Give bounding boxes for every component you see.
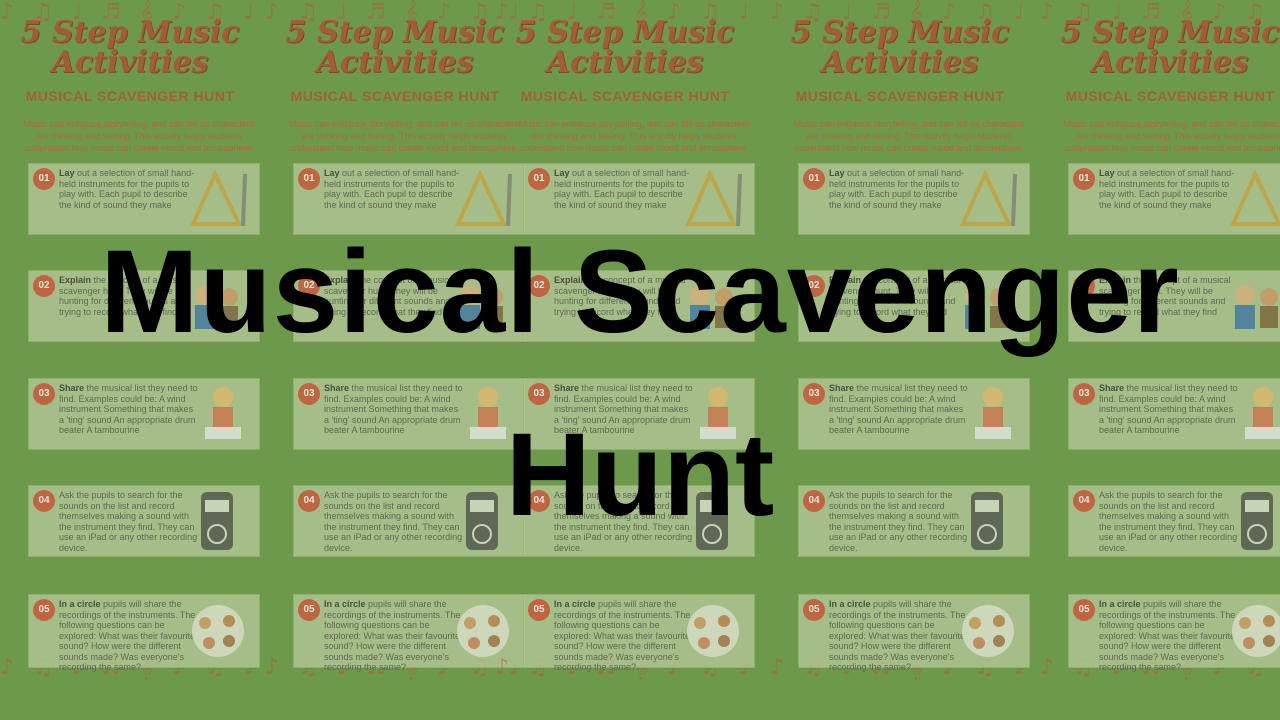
step-keyword: Share	[554, 383, 580, 393]
circle-group-icon	[953, 599, 1023, 666]
poster-title: 5 Step Music Activities	[20, 15, 240, 80]
circle-group-icon	[183, 599, 253, 666]
poster-subtitle: MUSICAL SCAVENGER HUNT	[1065, 88, 1275, 104]
step-keyword: Lay	[554, 168, 570, 178]
poster-title: 5 Step Music Activities	[285, 15, 505, 80]
poster-subtitle: MUSICAL SCAVENGER HUNT	[520, 88, 730, 104]
step-keyword: Lay	[324, 168, 340, 178]
headline-line-1: Musical Scavenger	[100, 226, 1180, 358]
step-text: In a circle pupils will share the record…	[554, 599, 691, 672]
step-number: 05	[33, 599, 55, 621]
step-text: In a circle pupils will share the record…	[829, 599, 966, 672]
step-card: 05 In a circle pupils will share the reco…	[293, 594, 525, 672]
poster-subtitle: MUSICAL SCAVENGER HUNT	[25, 88, 235, 104]
step-card: 05 In a circle pupils will share the reco…	[28, 594, 260, 672]
poster-subtitle: MUSICAL SCAVENGER HUNT	[290, 88, 500, 104]
step-text: Lay out a selection of small hand-held i…	[554, 168, 690, 210]
step-text: Lay out a selection of small hand-held i…	[59, 168, 195, 210]
step-card: 05 In a circle pupils will share the reco…	[798, 594, 1030, 672]
step-number: 03	[528, 383, 550, 405]
poster-intro: Music can enhance storytelling, and can …	[793, 119, 1025, 153]
step-keyword: In a circle	[59, 599, 101, 609]
step-text: In a circle pupils will share the record…	[1099, 599, 1236, 672]
step-keyword: In a circle	[324, 599, 366, 609]
step-number: 01	[528, 168, 550, 190]
poster-intro: Music can enhance storytelling, and can …	[518, 119, 750, 153]
step-number: 03	[1073, 383, 1095, 405]
step-text: Lay out a selection of small hand-held i…	[324, 168, 460, 210]
step-card: 05 In a circle pupils will share the reco…	[1068, 594, 1280, 672]
step-keyword: Share	[59, 383, 85, 393]
step-keyword: In a circle	[829, 599, 871, 609]
headline-line-2: Hunt	[505, 409, 775, 541]
step-text: In a circle pupils will share the record…	[59, 599, 196, 672]
step-text: Lay out a selection of small hand-held i…	[829, 168, 965, 210]
step-number: 01	[803, 168, 825, 190]
step-keyword: In a circle	[554, 599, 596, 609]
poster-title: 5 Step Music Activities	[790, 15, 1010, 80]
circle-group-icon	[1223, 599, 1280, 666]
step-number: 03	[298, 383, 320, 405]
step-number: 03	[33, 383, 55, 405]
step-number: 05	[803, 599, 825, 621]
step-number: 01	[1073, 168, 1095, 190]
poster-intro: Music can enhance storytelling, and can …	[23, 119, 255, 153]
step-number: 05	[1073, 599, 1095, 621]
circle-group-icon	[678, 599, 748, 666]
step-keyword: Share	[829, 383, 855, 393]
step-text: In a circle pupils will share the record…	[324, 599, 461, 672]
poster-subtitle: MUSICAL SCAVENGER HUNT	[795, 88, 1005, 104]
step-keyword: Share	[324, 383, 350, 393]
step-number: 05	[528, 599, 550, 621]
step-number: 05	[298, 599, 320, 621]
step-number: 03	[803, 383, 825, 405]
poster-intro: Music can enhance storytelling, and can …	[288, 119, 520, 153]
poster-intro: Music can enhance storytelling, and can …	[1063, 119, 1280, 153]
step-number: 01	[33, 168, 55, 190]
step-number: 01	[298, 168, 320, 190]
step-keyword: In a circle	[1099, 599, 1141, 609]
step-keyword: Share	[1099, 383, 1125, 393]
poster-title: 5 Step Music Activities	[1060, 15, 1280, 80]
step-keyword: Lay	[59, 168, 75, 178]
poster-title: 5 Step Music Activities	[515, 15, 735, 80]
step-keyword: Lay	[829, 168, 845, 178]
step-keyword: Lay	[1099, 168, 1115, 178]
step-card: 05 In a circle pupils will share the reco…	[523, 594, 755, 672]
step-text: Lay out a selection of small hand-held i…	[1099, 168, 1235, 210]
